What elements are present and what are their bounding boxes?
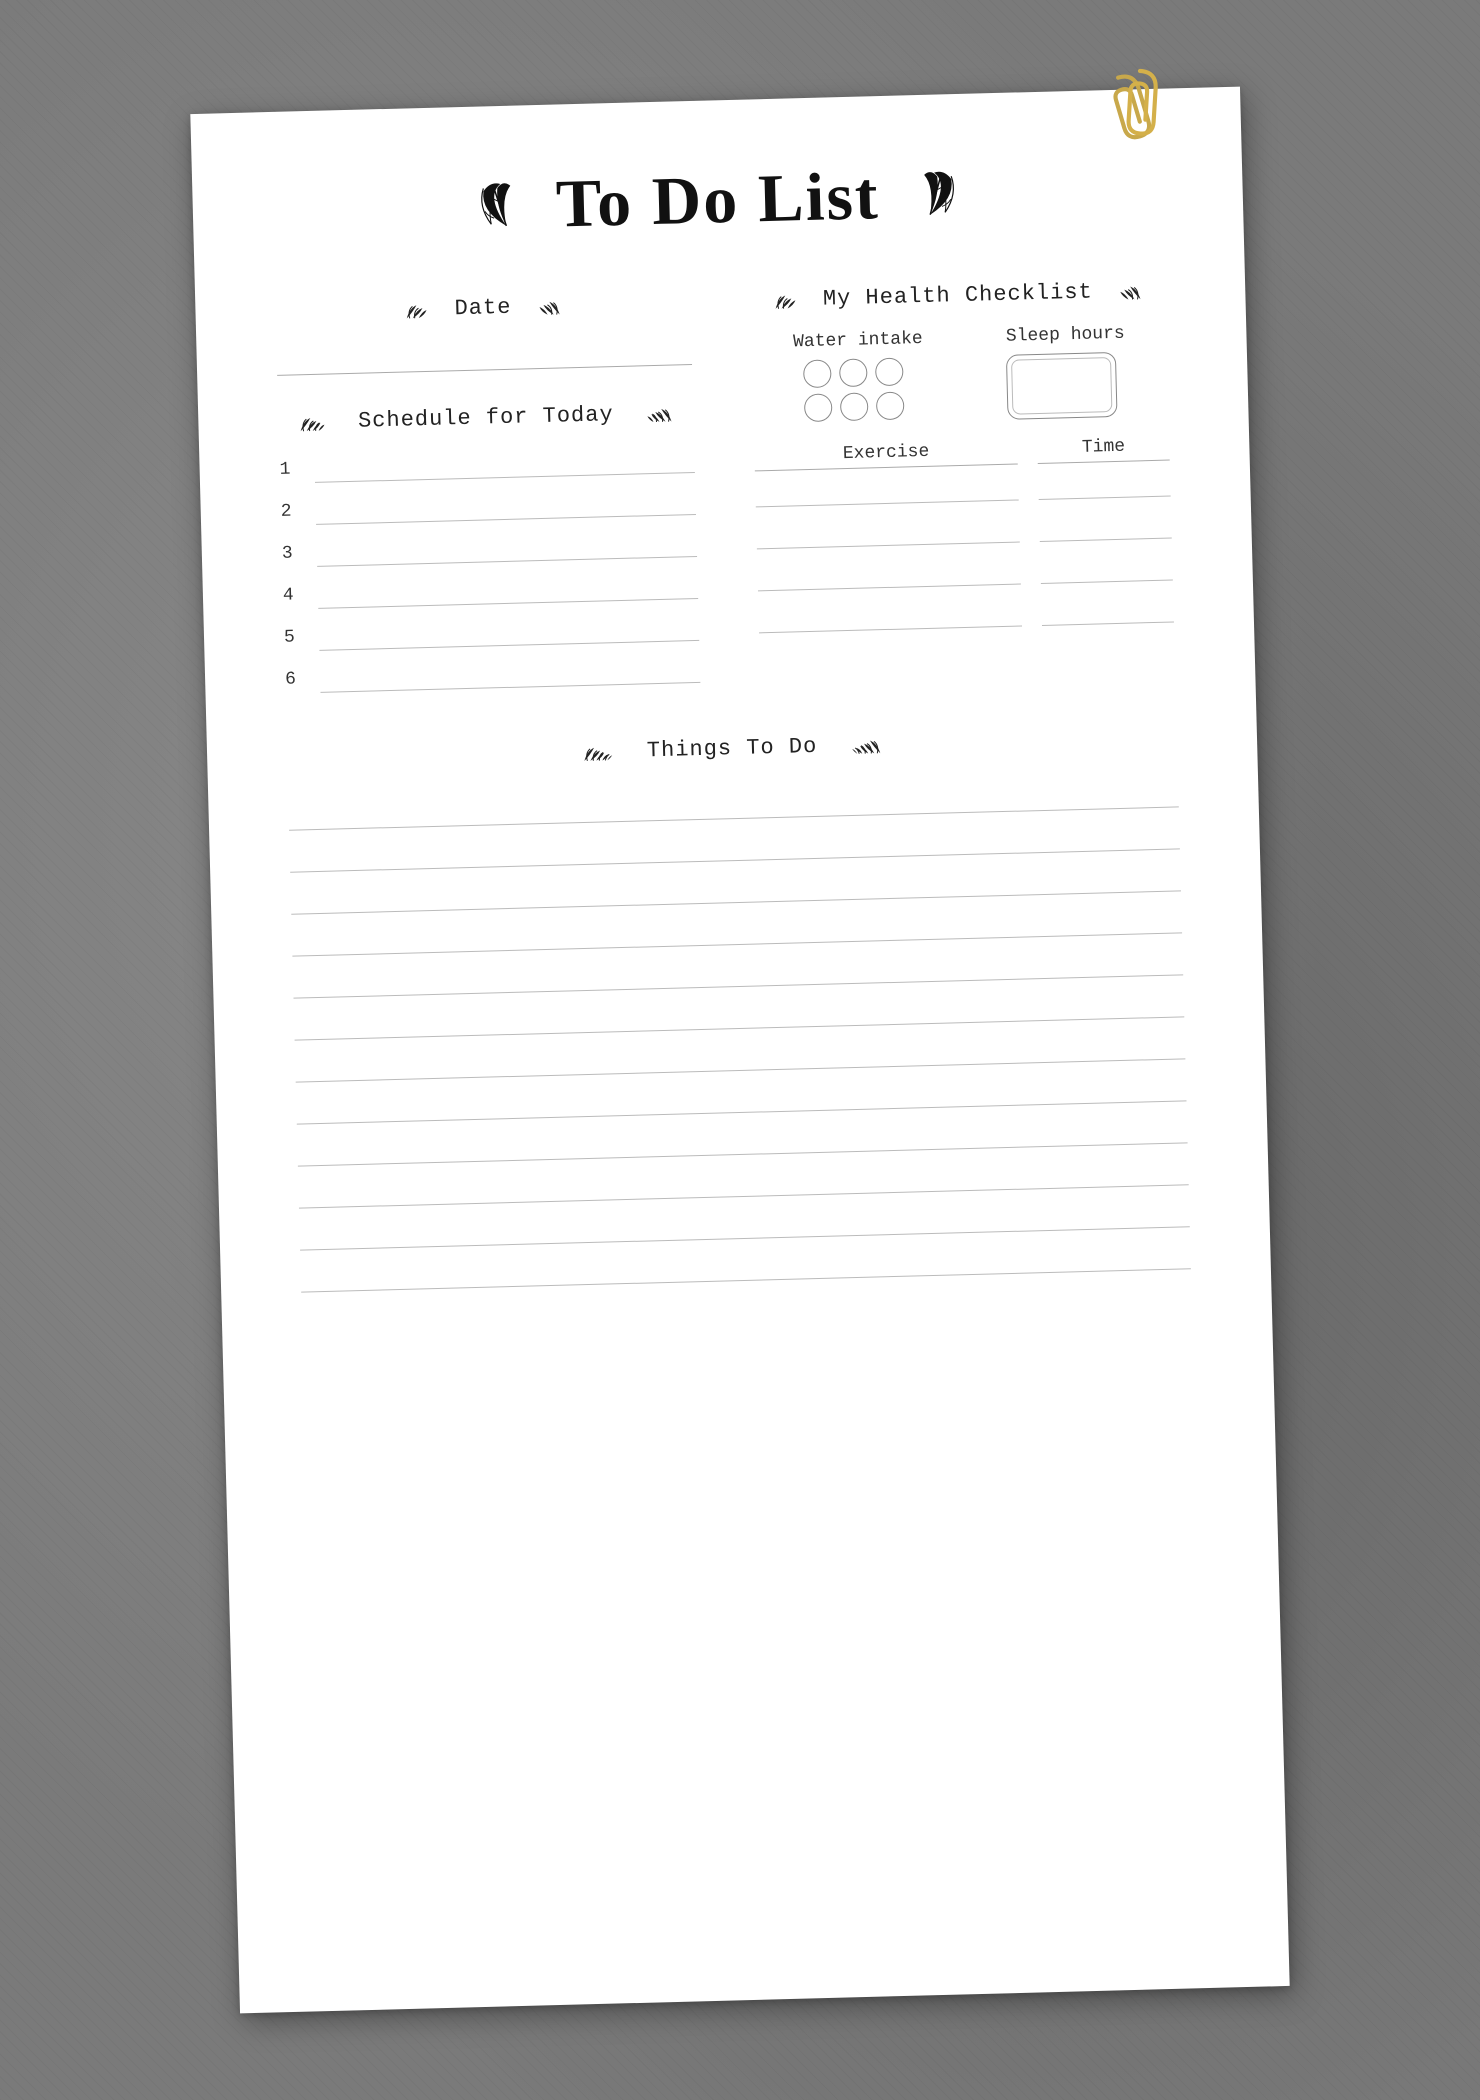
left-leaf-icon (475, 175, 537, 237)
schedule-line-5 (319, 613, 700, 651)
schedule-num-1: 1 (279, 459, 300, 480)
left-column: Date (275, 290, 701, 708)
schedule-num-5: 5 (284, 627, 305, 648)
health-section-header: My Health Checklist (750, 278, 1166, 314)
date-laurel-right-icon (521, 296, 562, 317)
date-laurel-left-icon (404, 299, 445, 320)
sleep-box (1006, 352, 1118, 420)
time-col-label: Time (1037, 436, 1169, 464)
things-laurel-left-icon (582, 741, 638, 762)
date-section-header: Date (275, 290, 691, 326)
schedule-item-4: 4 (283, 571, 699, 610)
exercise-row-2 (756, 511, 1172, 550)
exercise-field-1 (755, 473, 1019, 508)
page-title: To Do List (555, 156, 881, 243)
todo-lines-container (288, 769, 1191, 1292)
water-circle-2 (839, 358, 868, 387)
schedule-line-4 (318, 571, 699, 609)
water-circle-6 (876, 391, 905, 420)
time-field-2 (1039, 511, 1171, 542)
schedule-line-3 (316, 529, 697, 567)
right-column: My Health Checklist Water intake Sleep h… (750, 278, 1176, 696)
schedule-num-2: 2 (280, 501, 301, 522)
schedule-item-5: 5 (284, 613, 700, 652)
things-section-header: Things To Do (287, 724, 1177, 772)
exercise-field-2 (756, 515, 1020, 550)
top-two-col: Date (275, 278, 1175, 708)
things-to-do-section: Things To Do (287, 724, 1191, 1292)
health-laurel-left-icon (773, 289, 814, 310)
water-sleep-header: Water intake Sleep hours (751, 323, 1166, 354)
time-field-4 (1042, 595, 1174, 626)
health-laurel-right-icon (1102, 281, 1143, 302)
water-circle-1 (803, 359, 832, 388)
schedule-label: Schedule for Today (358, 402, 614, 434)
exercise-field-4 (758, 598, 1022, 633)
water-sleep-row (752, 351, 1169, 427)
time-field-3 (1040, 553, 1172, 584)
date-label: Date (454, 295, 511, 321)
sleep-label: Sleep hours (1006, 324, 1125, 347)
schedule-laurel-left-icon (298, 412, 349, 433)
water-label: Water intake (793, 329, 923, 352)
paperclip-decoration (1079, 63, 1181, 146)
schedule-num-4: 4 (283, 585, 304, 606)
date-input-line (276, 335, 692, 376)
schedule-section: Schedule for Today 1 (278, 400, 700, 694)
things-laurel-right-icon (827, 735, 883, 756)
exercise-row-3 (757, 553, 1173, 592)
schedule-item-1: 1 (279, 445, 695, 484)
exercise-time-header: Exercise Time (754, 436, 1170, 472)
schedule-laurel-right-icon (623, 403, 674, 424)
exercise-row-4 (758, 595, 1174, 634)
exercise-row-1 (755, 469, 1171, 508)
schedule-item-2: 2 (280, 487, 696, 526)
health-label: My Health Checklist (823, 280, 1093, 312)
title-area: To Do List (272, 149, 1164, 251)
time-field-1 (1038, 469, 1170, 500)
right-leaf-icon (899, 163, 961, 225)
schedule-item-6: 6 (285, 655, 701, 694)
schedule-line-1 (314, 445, 695, 483)
paper-document: To Do List (190, 87, 1289, 2014)
schedule-line-2 (315, 487, 696, 525)
exercise-field-3 (757, 556, 1021, 591)
water-circles-container (803, 357, 907, 422)
schedule-line-6 (320, 655, 701, 693)
schedule-item-3: 3 (281, 529, 697, 568)
schedule-num-6: 6 (285, 669, 306, 690)
water-circle-3 (875, 358, 904, 387)
things-label: Things To Do (647, 734, 818, 763)
schedule-num-3: 3 (282, 543, 303, 564)
exercise-col-label: Exercise (754, 440, 1018, 472)
water-circle-5 (840, 392, 869, 421)
water-circle-4 (804, 393, 833, 422)
schedule-header: Schedule for Today (278, 400, 694, 436)
water-circles-grid (803, 357, 907, 422)
